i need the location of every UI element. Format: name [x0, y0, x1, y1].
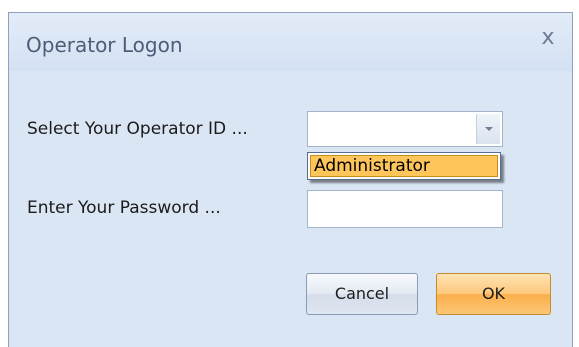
chevron-down-icon [485, 127, 493, 131]
ok-button[interactable]: OK [436, 273, 551, 315]
title-bar: Operator Logon x [9, 13, 572, 71]
dialog-title: Operator Logon [26, 33, 183, 57]
cancel-button[interactable]: Cancel [306, 273, 418, 315]
dropdown-option-administrator[interactable]: Administrator [310, 155, 498, 177]
operator-id-label: Select Your Operator ID ... [27, 119, 248, 139]
operator-id-combobox[interactable] [307, 111, 503, 147]
password-label: Enter Your Password ... [27, 198, 221, 218]
password-field[interactable] [307, 190, 503, 228]
operator-id-dropdown-button[interactable] [476, 114, 500, 144]
operator-logon-dialog: Operator Logon x Select Your Operator ID… [8, 12, 573, 347]
operator-id-dropdown-list: Administrator [307, 152, 501, 180]
close-icon[interactable]: x [534, 25, 562, 51]
